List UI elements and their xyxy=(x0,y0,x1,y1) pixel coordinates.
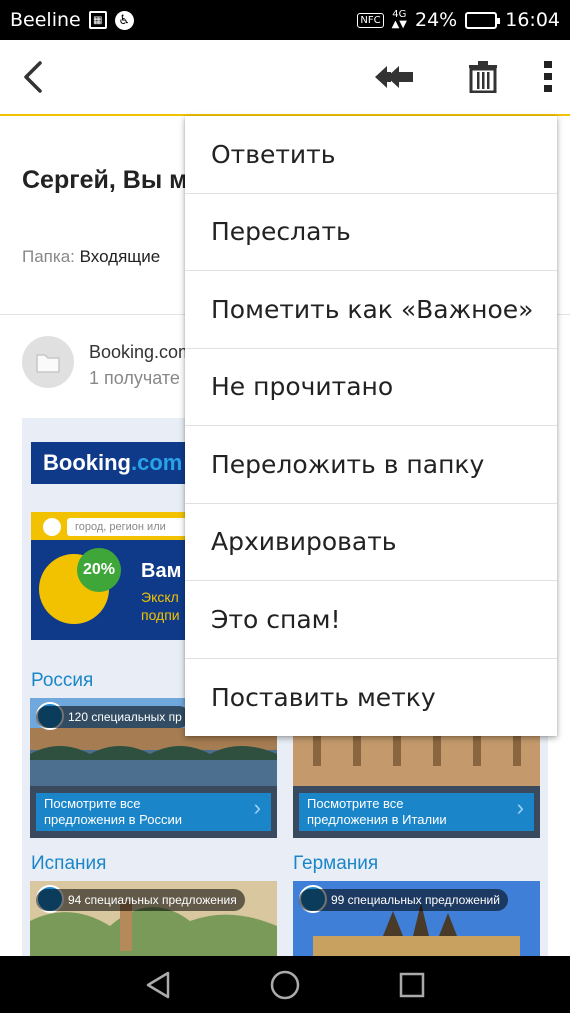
battery-percent: 24% xyxy=(415,9,458,31)
menu-item-mark-unread[interactable]: Не прочитано xyxy=(185,349,557,426)
more-options-button[interactable] xyxy=(528,40,568,114)
region-title-spain[interactable]: Испания xyxy=(31,853,106,875)
recipients-count[interactable]: 1 получате xyxy=(89,368,180,389)
reply-all-icon xyxy=(375,66,413,88)
arrow-back-icon xyxy=(24,61,42,93)
menu-item-move-to-folder[interactable]: Переложить в папку xyxy=(185,426,557,504)
folder-label: Папка: xyxy=(22,247,75,266)
back-button[interactable] xyxy=(8,40,58,114)
menu-item-archive[interactable]: Архивировать xyxy=(185,504,557,581)
reply-all-button[interactable] xyxy=(366,40,422,114)
chevron-right-icon: › xyxy=(253,795,261,820)
image-notification-icon: ▦ xyxy=(88,11,107,29)
nav-home-button[interactable] xyxy=(245,956,325,1013)
folder-link[interactable]: Входящие xyxy=(80,247,161,266)
menu-item-mark-important[interactable]: Пометить как «Важное» xyxy=(185,271,557,349)
system-nav-bar xyxy=(0,956,570,1013)
discount-badge: 20% xyxy=(77,548,121,592)
promo-subtitle: Экскл подпи xyxy=(141,589,180,623)
offers-count: 120 специальных пр xyxy=(36,706,190,728)
more-vertical-icon xyxy=(544,61,552,92)
menu-item-add-label[interactable]: Поставить метку xyxy=(185,659,557,737)
accessibility-icon: ♿ xyxy=(114,10,134,30)
region-card-germany[interactable]: 99 специальных предложений xyxy=(293,881,540,958)
region-title-russia[interactable]: Россия xyxy=(31,670,93,692)
circle-home-icon xyxy=(270,970,300,999)
folder-line: Папка: Входящие xyxy=(22,247,160,267)
carrier-name: Beeline xyxy=(10,9,81,31)
overflow-menu: Ответить Переслать Пометить как «Важное»… xyxy=(185,116,557,736)
sender-name[interactable]: Booking.com xyxy=(89,342,193,363)
region-card-spain[interactable]: 94 специальных предложения xyxy=(30,881,277,958)
folder-avatar-icon xyxy=(36,354,60,373)
chevron-right-icon: › xyxy=(516,795,524,820)
triangle-back-icon xyxy=(146,971,170,998)
nav-recents-button[interactable] xyxy=(372,956,452,1013)
battery-icon xyxy=(465,11,501,29)
offers-count: 94 специальных предложения xyxy=(36,889,245,911)
menu-item-reply[interactable]: Ответить xyxy=(185,116,557,194)
clock: 16:04 xyxy=(505,9,560,31)
avatar[interactable] xyxy=(22,336,74,388)
menu-item-spam[interactable]: Это спам! xyxy=(185,581,557,659)
menu-item-forward[interactable]: Переслать xyxy=(185,194,557,271)
region-title-germany[interactable]: Германия xyxy=(293,853,378,875)
promo-title: Вам xyxy=(141,560,182,582)
nav-back-button[interactable] xyxy=(118,956,198,1013)
delete-button[interactable] xyxy=(455,40,511,114)
app-toolbar xyxy=(0,40,570,116)
square-recents-icon xyxy=(399,972,425,997)
see-offers-italy-button[interactable]: Посмотрите все предложения в Италии › xyxy=(299,793,534,831)
offers-count: 99 специальных предложений xyxy=(299,889,508,911)
nfc-icon: NFC xyxy=(357,12,384,28)
see-offers-russia-button[interactable]: Посмотрите все предложения в России › xyxy=(36,793,271,831)
network-icon: 4G ▲▼ xyxy=(391,9,407,30)
trash-icon xyxy=(469,61,497,93)
status-bar: Beeline ▦ ♿ NFC 4G ▲▼ 24% 16:04 xyxy=(0,0,570,40)
search-icon xyxy=(41,516,63,538)
